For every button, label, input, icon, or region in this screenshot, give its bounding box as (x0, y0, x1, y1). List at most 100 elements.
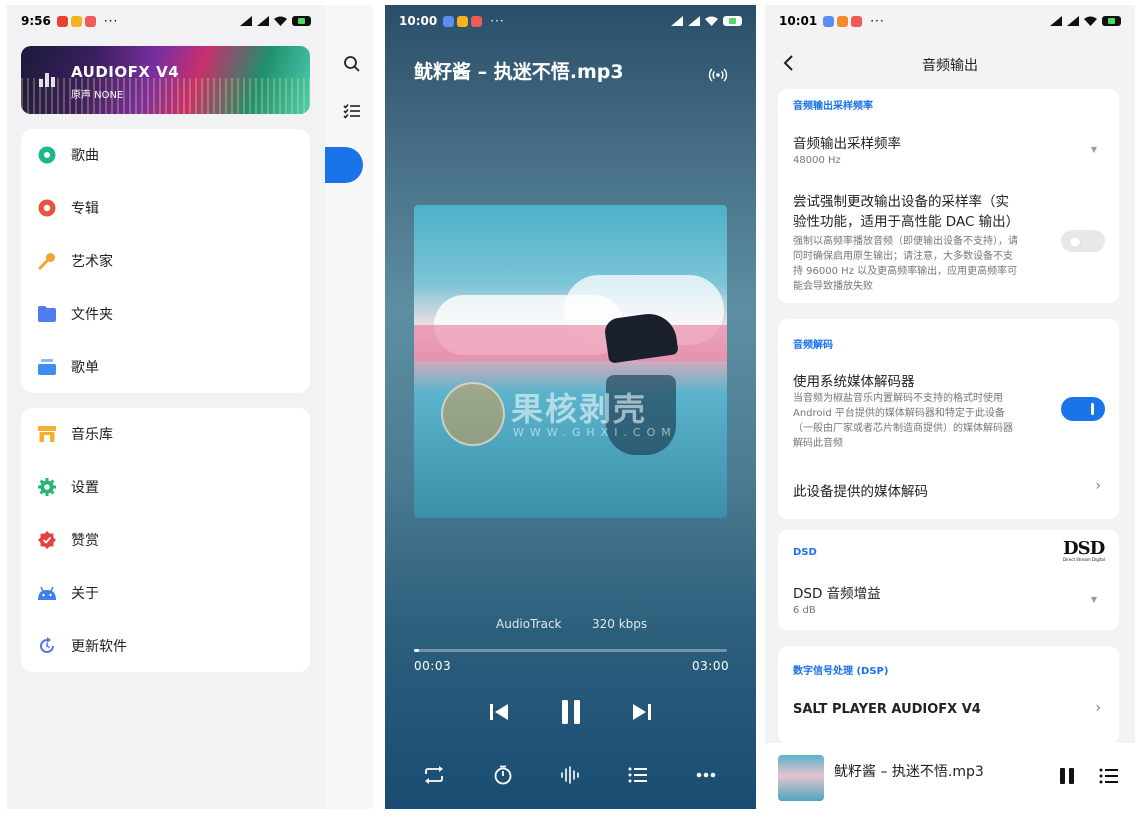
setting-title-line: 尝试强制更改输出设备的采样率（实 (793, 194, 1009, 210)
status-indicators (1050, 16, 1121, 26)
broadcast-icon[interactable] (708, 65, 728, 85)
menu-item-label: 专辑 (71, 201, 99, 217)
artwork-reflection (606, 375, 676, 455)
queue-list-icon (628, 767, 647, 783)
menu-item-folders[interactable]: 文件夹 (21, 288, 310, 340)
description-line: 强制以高频率播放音频（即便输出设备不支持），请 (793, 236, 1018, 247)
setting-title: 音频输出采样频率 (793, 136, 901, 152)
notification-icons (56, 15, 96, 27)
more-horizontal-icon (696, 772, 716, 778)
timer-icon (494, 765, 512, 785)
description-line: 当音频为椒盐音乐内置解码不支持的格式时使用 (793, 393, 1003, 404)
waveform-icon (561, 766, 579, 784)
more-options-button[interactable] (694, 763, 718, 787)
menu-item-albums[interactable]: 专辑 (21, 182, 310, 234)
badge-icon (37, 530, 57, 550)
force-sample-rate-description: 强制以高频率播放音频（即便输出设备不支持），请 同时确保启用原生输出；请注意，大… (793, 234, 1018, 294)
queue-button[interactable] (626, 763, 650, 787)
android-icon (37, 583, 57, 603)
menu-item-songs[interactable]: 歌曲 (21, 129, 310, 181)
repeat-icon (425, 766, 443, 784)
next-button[interactable] (627, 697, 657, 727)
mini-queue-icon[interactable] (1099, 768, 1119, 784)
audiofx-banner[interactable]: AUDIOFX V4 原声 NONE (21, 46, 310, 114)
description-line: （一般由厂家或者芯片制造商提供）的媒体解码器 (793, 423, 1013, 434)
menu-item-donate[interactable]: 赞赏 (21, 514, 310, 566)
total-time: 03:00 (692, 659, 730, 673)
signal-icon (1067, 16, 1079, 26)
menu-item-artists[interactable]: 艺术家 (21, 235, 310, 287)
app-notification-icon (56, 15, 68, 27)
floating-action-button[interactable] (325, 147, 363, 183)
status-bar: 9:56 ··· (7, 5, 325, 37)
menu-item-label: 设置 (71, 480, 99, 496)
signal-icon (1050, 16, 1062, 26)
signal-icon (240, 16, 252, 26)
status-time: 9:56 (21, 14, 51, 28)
folder-icon (37, 304, 57, 324)
menu-item-playlists[interactable]: 歌单 (21, 341, 310, 393)
signal-icon (671, 16, 683, 26)
status-bar: 10:00 ··· (385, 5, 756, 37)
more-notifications: ··· (103, 14, 119, 28)
dsd-logo-subtext: Direct Stream Digital (1063, 557, 1105, 562)
menu-item-label: 歌单 (71, 360, 99, 376)
dropdown-arrow-icon: ▼ (1090, 145, 1097, 154)
menu-item-label: 音乐库 (71, 427, 113, 443)
setting-title-line: 验性功能，适用于高性能 DAC 输出） (793, 214, 1020, 230)
menu-item-label: 艺术家 (71, 254, 113, 270)
menu-item-settings[interactable]: 设置 (21, 461, 310, 513)
store-icon (37, 424, 57, 444)
audio-effects-button[interactable] (558, 763, 582, 787)
repeat-button[interactable] (422, 763, 446, 787)
status-bar: 10:01 ··· (765, 5, 1135, 37)
wifi-icon (705, 16, 718, 26)
app-bar: 音频输出 (765, 37, 1135, 89)
banner-subtitle: 原声 NONE (71, 90, 124, 101)
screen-library-drawer: 9:56 ··· AUDIOFX V4 原声 NONE 歌曲 专辑 艺术家 文件… (7, 5, 373, 809)
menu-item-label: 歌曲 (71, 148, 99, 164)
dsd-card: DSD DSD Direct Stream Digital DSD 音频增益 6 … (778, 530, 1119, 630)
seek-bar[interactable] (414, 649, 727, 652)
status-indicators (240, 16, 311, 26)
app-notification-icon (837, 15, 849, 27)
pause-button[interactable] (553, 694, 589, 730)
menu-item-label: 文件夹 (71, 307, 113, 323)
banner-wave-art (21, 78, 310, 114)
section-header: 音频输出采样频率 (793, 101, 873, 112)
equalizer-icon (39, 71, 57, 87)
previous-button[interactable] (484, 697, 514, 727)
chevron-right-icon: › (1095, 478, 1101, 494)
section-header: 数字信号处理 (DSP) (793, 666, 889, 677)
dsd-logo-text: DSD (1063, 538, 1105, 559)
menu-item-music-library[interactable]: 音乐库 (21, 408, 310, 460)
album-artwork (414, 205, 727, 518)
pause-icon (562, 700, 580, 724)
setting-title: SALT PLAYER AUDIOFX V4 (793, 702, 981, 717)
force-sample-rate-toggle[interactable] (1061, 230, 1105, 252)
mini-player[interactable]: 鱿籽酱 – 执迷不悟.mp3 (765, 743, 1135, 809)
signal-icon (688, 16, 700, 26)
app-notification-icon (471, 15, 483, 27)
system-decoder-description: 当音频为椒盐音乐内置解码不支持的格式时使用 Android 平台提供的媒体解码器… (793, 391, 1013, 451)
mini-pause-icon[interactable] (1059, 767, 1075, 785)
menu-item-about[interactable]: 关于 (21, 567, 310, 619)
navigation-drawer: 9:56 ··· AUDIOFX V4 原声 NONE 歌曲 专辑 艺术家 文件… (7, 5, 325, 809)
search-icon[interactable] (343, 55, 361, 73)
notification-icons (823, 15, 863, 27)
setting-title: 此设备提供的媒体解码 (793, 484, 928, 500)
sort-list-icon[interactable] (343, 102, 361, 120)
album-icon (37, 198, 57, 218)
setting-title: DSD 音频增益 (793, 586, 881, 602)
mini-album-artwork (778, 755, 824, 801)
description-line: 能会导致播放失败 (793, 281, 873, 292)
sleep-timer-button[interactable] (491, 763, 515, 787)
description-line: 同时确保启用原生输出；请注意，大多数设备不支 (793, 251, 1013, 262)
song-title: 鱿籽酱 – 执迷不悟.mp3 (414, 61, 624, 83)
battery-icon (1102, 16, 1121, 26)
menu-item-update[interactable]: 更新软件 (21, 620, 310, 672)
system-decoder-toggle[interactable] (1061, 397, 1105, 421)
menu-item-label: 赞赏 (71, 533, 99, 549)
app-notification-icon (823, 15, 835, 27)
status-time: 10:00 (399, 14, 438, 28)
